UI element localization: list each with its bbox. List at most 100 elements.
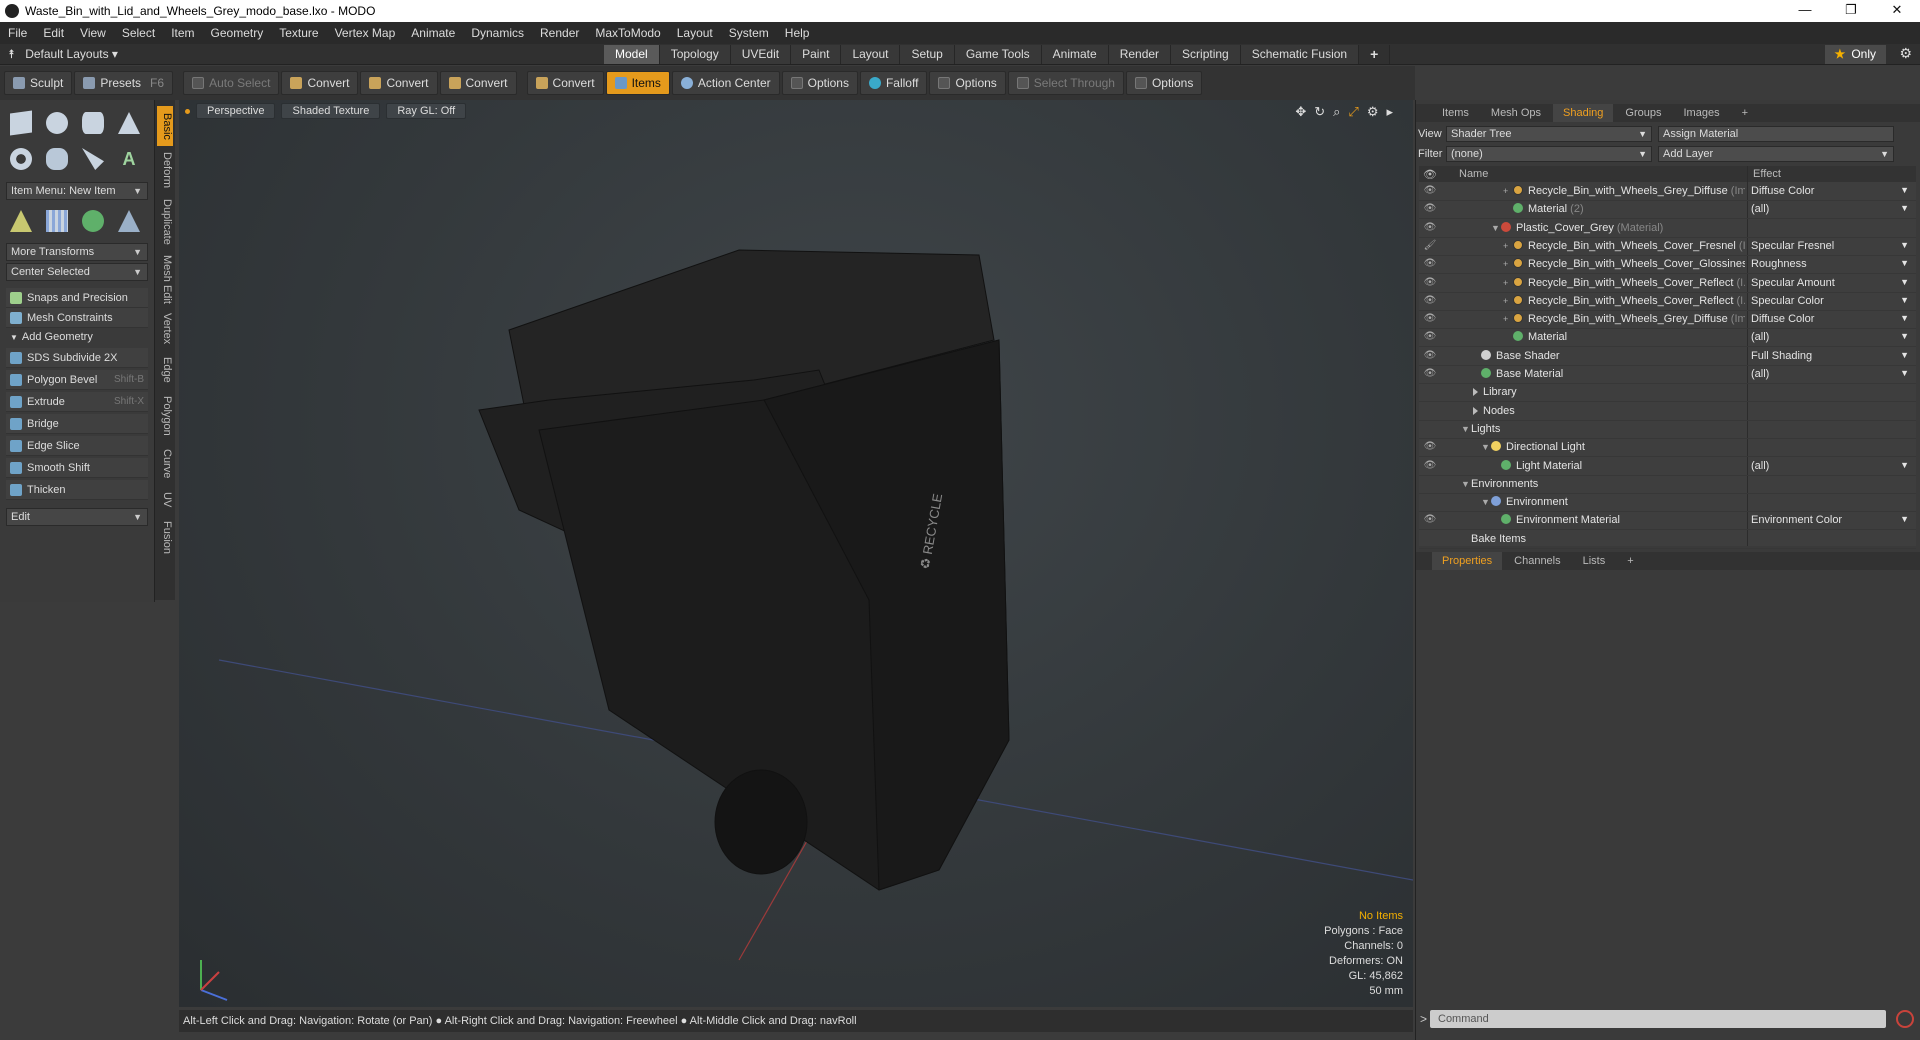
visibility-eye-icon[interactable]: 👁	[1423, 514, 1437, 526]
side-tab-mesh-edit[interactable]: Mesh Edit	[157, 254, 173, 304]
visibility-eye-icon[interactable]: 👁	[1423, 258, 1437, 270]
menu-help[interactable]: Help	[777, 26, 818, 40]
action-center-options-button[interactable]: Options	[781, 71, 858, 95]
shader-tree-row[interactable]: Library	[1419, 384, 1916, 403]
convert-vertices-button[interactable]: Convert	[281, 71, 359, 95]
tab-properties[interactable]: Properties	[1432, 552, 1503, 570]
visibility-eye-icon[interactable]: 👁	[1423, 222, 1437, 234]
pan-icon[interactable]: ✥	[1295, 104, 1306, 120]
shader-tree-row[interactable]: 👁 Material (all) ▼	[1419, 329, 1916, 348]
shader-tree-row[interactable]: 👁 Base Material (all) ▼	[1419, 366, 1916, 384]
thicken-button[interactable]: Thicken	[6, 480, 148, 500]
presets-button[interactable]: Presets F6	[74, 71, 174, 95]
expand-toggle-icon[interactable]: ▼	[1491, 223, 1501, 233]
add-geometry-section[interactable]: ▼ Add Geometry	[6, 328, 148, 346]
more-transforms-dropdown[interactable]: More Transforms ▼	[6, 243, 148, 261]
shader-tree-row[interactable]: 👁 + Recycle_Bin_with_Wheels_Cover_Glossine…	[1419, 256, 1916, 275]
tab-shading[interactable]: Shading	[1553, 104, 1614, 122]
menu-layout[interactable]: Layout	[669, 26, 721, 40]
side-tab-uv[interactable]: UV	[157, 488, 173, 512]
gear-icon[interactable]: ⚙	[1899, 45, 1912, 62]
visibility-eye-icon[interactable]	[1423, 405, 1437, 417]
shader-tree-row[interactable]: 👁 Base Shader Full Shading ▼	[1419, 348, 1916, 366]
expand-toggle-icon[interactable]: ▼	[1461, 424, 1471, 434]
add-tab-button[interactable]: +	[1617, 552, 1643, 570]
visibility-eye-icon[interactable]: 👁	[1423, 313, 1437, 325]
edit-dropdown[interactable]: Edit ▼	[6, 508, 148, 526]
grid-icon[interactable]	[42, 206, 72, 236]
effect-dropdown[interactable]: Specular Color ▼	[1751, 295, 1911, 307]
assign-material-button[interactable]: Assign Material	[1658, 126, 1894, 142]
bridge-button[interactable]: Bridge	[6, 414, 148, 434]
menu-item[interactable]: Item	[163, 26, 202, 40]
torus-icon[interactable]	[6, 144, 36, 174]
mesh-constraints-button[interactable]: Mesh Constraints	[6, 308, 148, 328]
add-tab-button[interactable]: +	[1359, 45, 1391, 64]
shader-tree-row[interactable]: 👁 Environment Material Environment Color ▼	[1419, 512, 1916, 531]
visibility-eye-icon[interactable]: 👁	[1423, 203, 1437, 215]
side-tab-polygon[interactable]: Polygon	[157, 392, 173, 440]
side-tab-fusion[interactable]: Fusion	[157, 518, 173, 558]
shader-tree-row[interactable]: ▼Environments	[1419, 476, 1916, 494]
select-through-button[interactable]: Select Through	[1007, 71, 1124, 95]
menu-geometry[interactable]: Geometry	[203, 26, 272, 40]
menu-edit[interactable]: Edit	[35, 26, 72, 40]
visibility-eye-icon[interactable]: 👁	[1423, 185, 1437, 197]
cylinder-icon[interactable]	[78, 108, 108, 138]
expand-toggle-icon[interactable]: ▼	[1481, 442, 1491, 452]
expand-toggle-icon[interactable]: +	[1503, 186, 1513, 196]
polygon-bevel-button[interactable]: Polygon Bevel Shift-B	[6, 370, 148, 390]
sds-subdivide-button[interactable]: SDS Subdivide 2X	[6, 348, 148, 368]
side-tab-basic[interactable]: Basic	[157, 106, 173, 146]
settings-icon[interactable]: ⚙	[1367, 104, 1379, 120]
visibility-eye-icon[interactable]: 👁	[1423, 460, 1437, 472]
tab-animate[interactable]: Animate	[1041, 45, 1109, 64]
visibility-eye-icon[interactable]: 👁	[1423, 331, 1437, 343]
visibility-eye-icon[interactable]: 👁	[1423, 350, 1437, 362]
expand-toggle-icon[interactable]: +	[1503, 314, 1513, 324]
layout-toggle-icon[interactable]: ⯭	[8, 47, 15, 62]
record-icon[interactable]	[1896, 1010, 1914, 1028]
tab-paint[interactable]: Paint	[791, 45, 842, 64]
effect-dropdown[interactable]: Environment Color ▼	[1751, 514, 1911, 526]
expand-right-icon[interactable]: ▸	[1386, 104, 1393, 120]
tab-topology[interactable]: Topology	[659, 45, 731, 64]
default-layouts-dropdown[interactable]: Default Layouts ▾	[25, 47, 118, 61]
menu-maxtomodo[interactable]: MaxToModo	[587, 26, 668, 40]
tab-setup[interactable]: Setup	[900, 45, 955, 64]
add-tab-button[interactable]: +	[1732, 104, 1758, 122]
visibility-eye-icon[interactable]	[1423, 478, 1437, 490]
shader-tree-row[interactable]: ▼Lights	[1419, 421, 1916, 439]
tab-model[interactable]: Model	[604, 45, 660, 64]
visibility-eye-icon[interactable]: 👁	[1423, 295, 1437, 307]
expand-toggle-icon[interactable]: +	[1503, 259, 1513, 269]
cone-icon[interactable]	[114, 108, 144, 138]
expand-toggle-icon[interactable]: +	[1503, 278, 1513, 288]
effect-dropdown[interactable]: Diffuse Color ▼	[1751, 185, 1911, 197]
raygl-button[interactable]: Ray GL: Off	[386, 103, 467, 119]
only-button[interactable]: ★ Only	[1824, 45, 1886, 64]
menu-texture[interactable]: Texture	[271, 26, 326, 40]
sculpt-button[interactable]: Sculpt	[4, 71, 73, 95]
shader-tree-row[interactable]: 🖌 + Recycle_Bin_with_Wheels_Cover_Fresnel …	[1419, 238, 1916, 256]
maximize-button[interactable]: ❐	[1828, 0, 1874, 22]
shader-tree-row[interactable]: 👁 + Recycle_Bin_with_Wheels_Cover_Reflect …	[1419, 275, 1916, 293]
side-tab-vertex[interactable]: Vertex	[157, 310, 173, 348]
tab-items[interactable]: Items	[1432, 104, 1479, 122]
expand-toggle-icon[interactable]: ▼	[1481, 497, 1491, 507]
side-tab-duplicate[interactable]: Duplicate	[157, 196, 173, 248]
shader-tree-row[interactable]: Bake Items	[1419, 531, 1916, 549]
tab-layout[interactable]: Layout	[841, 45, 901, 64]
menu-file[interactable]: File	[0, 26, 35, 40]
smooth-shift-button[interactable]: Smooth Shift	[6, 458, 148, 478]
convert-edges-button[interactable]: Convert	[360, 71, 438, 95]
pen-icon[interactable]	[78, 144, 108, 174]
fit-icon[interactable]: ⤢	[1348, 104, 1358, 120]
select-options-button[interactable]: Options	[1125, 71, 1203, 95]
menu-vertex-map[interactable]: Vertex Map	[327, 26, 404, 40]
tab-mesh-ops[interactable]: Mesh Ops	[1481, 104, 1551, 122]
perspective-button[interactable]: Perspective	[196, 103, 276, 119]
visibility-eye-icon[interactable]	[1423, 386, 1437, 398]
convert-polygons-button[interactable]: Convert	[439, 71, 517, 95]
menu-select[interactable]: Select	[114, 26, 163, 40]
